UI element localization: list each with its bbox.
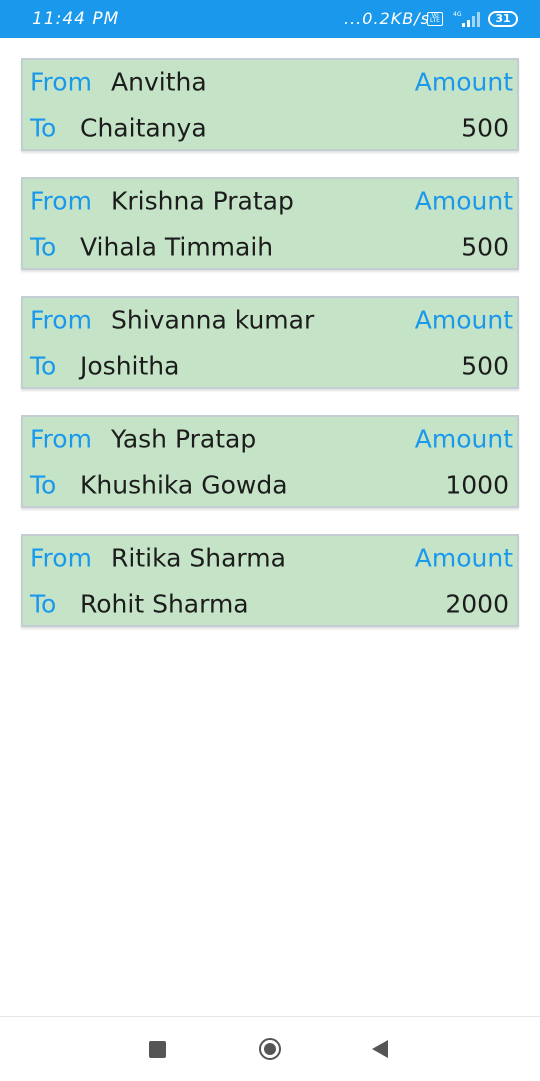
navigation-bar bbox=[0, 1016, 540, 1081]
from-name: Krishna Pratap bbox=[111, 186, 294, 216]
from-label: From bbox=[30, 67, 92, 97]
transaction-to-row: To Khushika Gowda 1000 bbox=[23, 467, 517, 503]
status-time: 11:44 PM bbox=[32, 9, 120, 29]
to-label: To bbox=[30, 589, 57, 619]
transaction-from-row: From Ritika Sharma Amount bbox=[23, 540, 517, 576]
amount-label: Amount bbox=[414, 305, 513, 335]
transaction-card[interactable]: From Anvitha Amount To Chaitanya 500 bbox=[21, 58, 519, 151]
from-label: From bbox=[30, 543, 92, 573]
transaction-card[interactable]: From Shivanna kumar Amount To Joshitha 5… bbox=[21, 296, 519, 389]
transaction-to-row: To Vihala Timmaih 500 bbox=[23, 229, 517, 265]
transaction-to-row: To Rohit Sharma 2000 bbox=[23, 586, 517, 622]
amount-label: Amount bbox=[414, 543, 513, 573]
to-name: Khushika Gowda bbox=[80, 470, 288, 500]
volte-icon: Vo LTE bbox=[427, 12, 443, 26]
transaction-from-row: From Anvitha Amount bbox=[23, 64, 517, 100]
network-type-label: 4G bbox=[453, 11, 462, 18]
to-label: To bbox=[30, 232, 57, 262]
amount-value: 500 bbox=[461, 232, 509, 262]
from-label: From bbox=[30, 305, 92, 335]
from-name: Ritika Sharma bbox=[111, 543, 286, 573]
network-speed: ...0.2KB/s bbox=[344, 9, 430, 28]
amount-value: 500 bbox=[461, 351, 509, 381]
transaction-from-row: From Yash Pratap Amount bbox=[23, 421, 517, 457]
recents-icon[interactable] bbox=[149, 1041, 166, 1058]
amount-value: 2000 bbox=[445, 589, 509, 619]
to-label: To bbox=[30, 470, 57, 500]
transaction-to-row: To Joshitha 500 bbox=[23, 348, 517, 384]
amount-value: 500 bbox=[461, 113, 509, 143]
from-label: From bbox=[30, 424, 92, 454]
from-name: Anvitha bbox=[111, 67, 207, 97]
to-label: To bbox=[30, 113, 57, 143]
from-name: Yash Pratap bbox=[111, 424, 257, 454]
amount-label: Amount bbox=[414, 424, 513, 454]
amount-label: Amount bbox=[414, 67, 513, 97]
from-label: From bbox=[30, 186, 92, 216]
transaction-card[interactable]: From Ritika Sharma Amount To Rohit Sharm… bbox=[21, 534, 519, 627]
status-bar: 11:44 PM ...0.2KB/s Vo LTE 4G 31 bbox=[0, 0, 540, 38]
to-name: Rohit Sharma bbox=[80, 589, 249, 619]
home-icon[interactable] bbox=[259, 1038, 281, 1060]
to-label: To bbox=[30, 351, 57, 381]
transaction-card[interactable]: From Yash Pratap Amount To Khushika Gowd… bbox=[21, 415, 519, 508]
to-name: Chaitanya bbox=[80, 113, 207, 143]
transaction-card[interactable]: From Krishna Pratap Amount To Vihala Tim… bbox=[21, 177, 519, 270]
from-name: Shivanna kumar bbox=[111, 305, 315, 335]
amount-value: 1000 bbox=[445, 470, 509, 500]
transaction-from-row: From Krishna Pratap Amount bbox=[23, 183, 517, 219]
to-name: Vihala Timmaih bbox=[80, 232, 274, 262]
transaction-to-row: To Chaitanya 500 bbox=[23, 110, 517, 146]
signal-icon: 4G bbox=[453, 11, 480, 27]
battery-icon: 31 bbox=[488, 11, 518, 27]
amount-label: Amount bbox=[414, 186, 513, 216]
transaction-from-row: From Shivanna kumar Amount bbox=[23, 302, 517, 338]
back-icon[interactable] bbox=[372, 1040, 388, 1058]
to-name: Joshitha bbox=[80, 351, 180, 381]
